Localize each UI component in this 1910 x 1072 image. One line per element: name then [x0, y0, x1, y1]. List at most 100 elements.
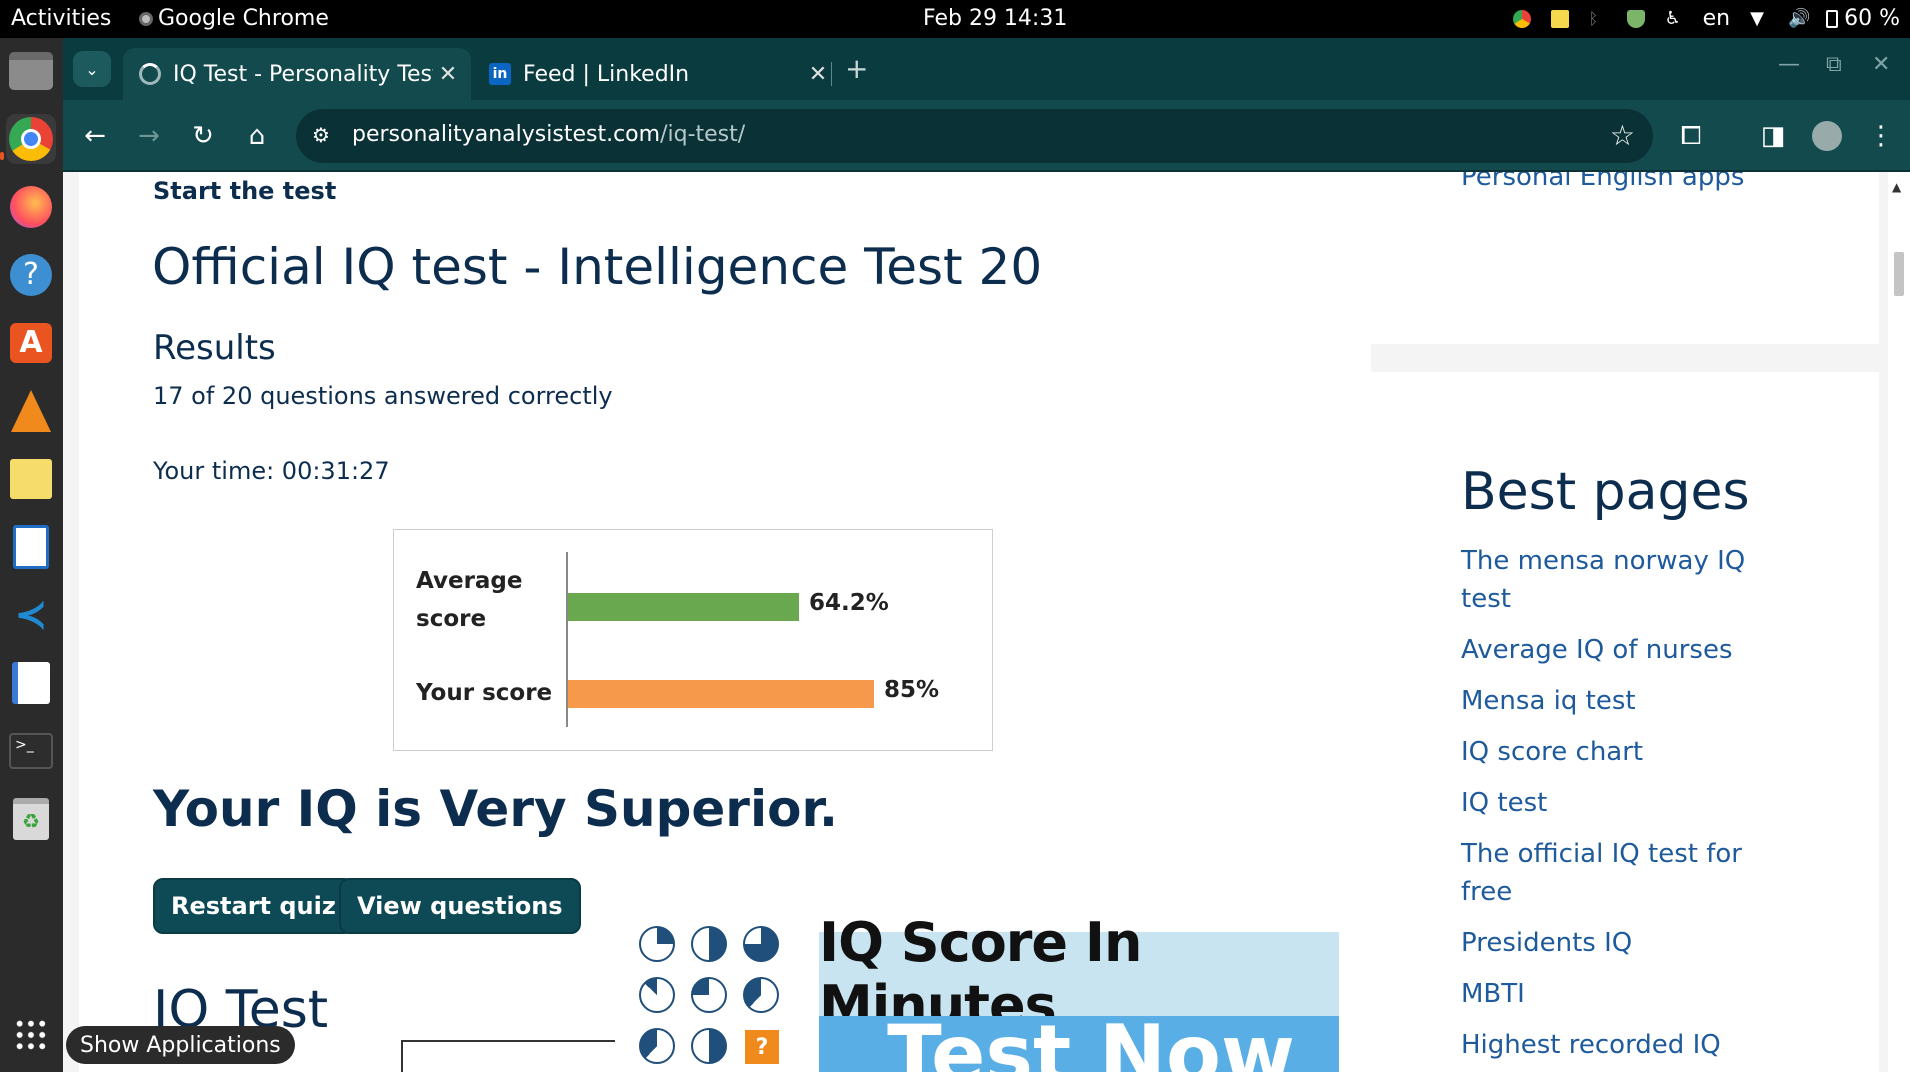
writer-icon[interactable] — [6, 522, 56, 572]
language-indicator: en — [1702, 6, 1731, 31]
scroll-up-arrow-icon[interactable]: ▲ — [1892, 180, 1901, 194]
pie-icon — [743, 926, 779, 962]
bar-average-score — [568, 593, 799, 621]
sidebar-link[interactable]: MBTI — [1461, 975, 1761, 1013]
tab-iq-test[interactable]: IQ Test - Personality Test ✕ — [123, 48, 471, 100]
sidebar-link[interactable]: IQ score chart — [1461, 733, 1761, 771]
restart-quiz-button[interactable]: Restart quiz — [153, 878, 354, 934]
scrollbar-thumb[interactable] — [1894, 252, 1904, 296]
value-label-average: 64.2% — [809, 590, 889, 616]
site-settings-icon[interactable]: ⚙ — [312, 123, 338, 149]
sidebar-link[interactable]: Average IQ of nurses — [1461, 631, 1761, 669]
ad-puzzle-graphic[interactable]: ? — [639, 926, 803, 1072]
close-window-button[interactable]: ✕ — [1872, 52, 1890, 77]
page-scrollbar[interactable]: ▲ — [1888, 172, 1910, 1072]
sidebar-link[interactable]: The mensa norway IQ test — [1461, 542, 1761, 618]
app-grid-icon[interactable] — [6, 1010, 56, 1060]
sidebar-card-top — [1339, 172, 1879, 344]
profile-avatar[interactable] — [1807, 116, 1847, 156]
category-label-average: Average score — [416, 568, 523, 632]
ad-headline: IQ Score In Minutes — [819, 911, 1363, 1037]
tab-search-button[interactable]: ⌄ — [73, 51, 111, 87]
software-icon[interactable]: A — [6, 318, 56, 368]
pie-icon — [691, 1028, 727, 1064]
bluetooth-icon: ᛒ — [1588, 8, 1599, 28]
maximize-button[interactable]: ⧉ — [1826, 52, 1842, 77]
sidebar-link[interactable]: Highest recorded IQ — [1461, 1026, 1761, 1064]
tab-linkedin[interactable]: in Feed | LinkedIn ✕ — [473, 48, 893, 100]
battery-icon — [1826, 9, 1839, 28]
linkedin-icon: in — [489, 63, 511, 85]
back-button[interactable]: ← — [75, 116, 115, 156]
question-frame — [401, 1040, 615, 1072]
sidebar-link[interactable]: Mensa iq test — [1461, 682, 1761, 720]
sidebar-link[interactable]: IQ test — [1461, 784, 1761, 822]
terminal-icon[interactable]: >_ — [6, 726, 56, 776]
loading-spinner-icon — [139, 63, 161, 85]
notes-tray-icon — [1550, 9, 1569, 28]
question-mark-icon: ? — [745, 1030, 779, 1064]
tab-title: Feed | LinkedIn — [523, 61, 690, 87]
reload-button[interactable]: ↻ — [183, 116, 223, 156]
chrome-icon[interactable] — [6, 114, 56, 164]
chevron-down-icon: ⌄ — [85, 59, 99, 79]
best-pages-list: The mensa norway IQ test Average IQ of n… — [1461, 542, 1761, 1072]
time-taken: Your time: 00:31:27 — [153, 457, 390, 485]
sidebar-link[interactable]: Presidents IQ — [1461, 924, 1761, 962]
url-path: /iq-test/ — [660, 122, 746, 147]
value-label-yours: 85% — [884, 677, 940, 703]
chrome-small-icon — [139, 12, 153, 26]
page-viewport: Start the test Official IQ test - Intell… — [63, 172, 1910, 1072]
pie-icon — [639, 977, 675, 1013]
system-tray[interactable]: ᛒ ♿ en ▼ 🔊 60 % — [1512, 6, 1900, 31]
bar-your-score — [568, 680, 874, 708]
new-tab-button[interactable]: + — [845, 52, 868, 85]
address-bar[interactable]: ⚙ personalityanalysistest.com/iq-test/ ☆ — [296, 109, 1653, 163]
answered-count: 17 of 20 questions answered correctly — [153, 382, 613, 410]
sidebar-link-partial[interactable]: Personal English apps — [1461, 172, 1744, 192]
activities-button[interactable]: Activities — [11, 6, 111, 31]
wifi-icon: ▼ — [1750, 7, 1764, 29]
pie-icon — [639, 1028, 675, 1064]
close-icon[interactable]: ✕ — [433, 62, 463, 87]
minimize-button[interactable]: — — [1778, 52, 1800, 77]
help-icon[interactable]: ? — [6, 250, 56, 300]
results-heading: Results — [153, 328, 276, 368]
sidebar-link[interactable]: The official IQ test for free — [1461, 835, 1761, 911]
chrome-tray-icon — [1512, 9, 1531, 28]
ad-banner[interactable]: IQ Score In Minutes Test Now — [819, 911, 1363, 1072]
battery-percent: 60 % — [1844, 6, 1900, 31]
forward-button[interactable]: → — [129, 116, 169, 156]
trash-icon[interactable]: ♻ — [6, 794, 56, 844]
tab-title: IQ Test - Personality Test — [173, 61, 433, 87]
browser-window: ⌄ IQ Test - Personality Test ✕ in Feed |… — [63, 38, 1910, 1072]
url-domain: personalityanalysistest.com — [352, 122, 661, 147]
menu-kebab-icon[interactable]: ⋮ — [1861, 116, 1901, 156]
files-icon[interactable] — [6, 46, 56, 96]
close-icon[interactable]: ✕ — [803, 62, 833, 87]
pie-icon — [691, 977, 727, 1013]
vlc-icon[interactable] — [6, 386, 56, 436]
notes-icon[interactable] — [6, 454, 56, 504]
vscode-icon[interactable]: ≺ — [6, 590, 56, 640]
firefox-icon[interactable] — [6, 182, 56, 232]
text-editor-icon[interactable] — [6, 658, 56, 708]
app-menu[interactable]: Google Chrome — [139, 6, 329, 31]
side-panel-icon[interactable]: ◨ — [1753, 116, 1793, 156]
clock[interactable]: Feb 29 14:31 — [923, 6, 1067, 31]
category-label-yours: Your score — [416, 680, 553, 706]
page-title: Official IQ test - Intelligence Test 20 — [152, 238, 1043, 296]
bookmark-star-icon[interactable]: ☆ — [1610, 119, 1635, 152]
active-indicator — [0, 152, 4, 160]
main-content: Start the test Official IQ test - Intell… — [79, 172, 1371, 1072]
iq-verdict: Your IQ is Very Superior. — [153, 780, 838, 838]
ad-cta[interactable]: Test Now — [819, 1016, 1363, 1072]
best-pages-heading: Best pages — [1461, 462, 1750, 522]
extensions-icon[interactable]: ⧠ — [1671, 116, 1711, 156]
app-name: Google Chrome — [158, 6, 329, 31]
home-button[interactable]: ⌂ — [237, 116, 277, 156]
tab-strip: ⌄ IQ Test - Personality Test ✕ in Feed |… — [63, 38, 1910, 100]
shield-icon — [1626, 9, 1645, 28]
accessibility-icon: ♿ — [1664, 7, 1681, 29]
view-questions-button[interactable]: View questions — [339, 878, 581, 934]
